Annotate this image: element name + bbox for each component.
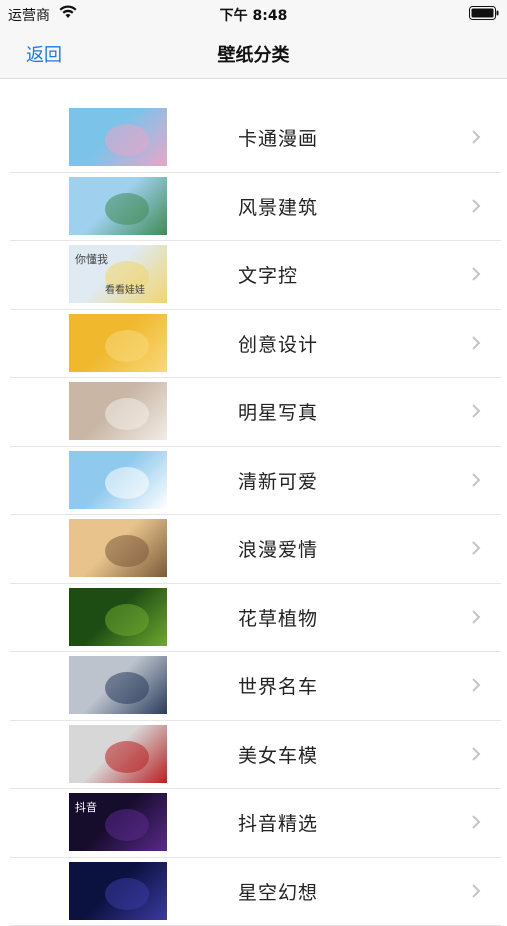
category-row[interactable]: 抖音抖音精选 (0, 789, 507, 858)
category-label: 花草植物 (238, 604, 318, 631)
chevron-right-icon (470, 129, 482, 145)
chevron-right-icon (470, 266, 482, 282)
category-label: 星空幻想 (238, 878, 318, 905)
category-row[interactable]: 明星写真 (0, 378, 507, 447)
category-label: 创意设计 (238, 330, 318, 357)
category-row[interactable]: 星空幻想 (0, 858, 507, 926)
category-row[interactable]: 卡通漫画 (0, 104, 507, 173)
category-row[interactable]: 创意设计 (0, 310, 507, 379)
portrait-thumbnail (69, 382, 167, 440)
cute-bunny-thumbnail (69, 451, 167, 509)
category-label: 风景建筑 (238, 193, 318, 220)
chevron-right-icon (470, 814, 482, 830)
chevron-right-icon (470, 335, 482, 351)
car-model-thumbnail (69, 725, 167, 783)
category-row[interactable]: 你懂我看看娃娃 文字控 (0, 241, 507, 310)
chevron-right-icon (470, 472, 482, 488)
text-cartoon-thumbnail: 你懂我看看娃娃 (69, 245, 167, 303)
category-label: 卡通漫画 (238, 124, 318, 151)
clock: 下午 8:48 (0, 5, 507, 25)
tiktok-thumbnail: 抖音 (69, 793, 167, 851)
category-label: 世界名车 (238, 672, 318, 699)
battery-icon (469, 6, 499, 20)
couple-field-thumbnail (69, 519, 167, 577)
category-row[interactable]: 清新可爱 (0, 447, 507, 516)
thumbnail-caption: 抖音 (75, 799, 97, 815)
thumbnail-caption: 看看娃娃 (105, 281, 145, 296)
chevron-right-icon (470, 677, 482, 693)
chevron-right-icon (470, 883, 482, 899)
landscape-pagoda-thumbnail (69, 177, 167, 235)
chevron-right-icon (470, 198, 482, 214)
category-label: 抖音精选 (238, 809, 318, 836)
lemon-faces-thumbnail (69, 314, 167, 372)
category-label: 明星写真 (238, 398, 318, 425)
sports-car-thumbnail (69, 656, 167, 714)
category-row[interactable]: 浪漫爱情 (0, 515, 507, 584)
chevron-right-icon (470, 609, 482, 625)
page-title: 壁纸分类 (0, 41, 507, 67)
category-row[interactable]: 风景建筑 (0, 173, 507, 242)
thumbnail-caption: 你懂我 (75, 251, 108, 267)
navigation-bar: 返回 壁纸分类 (0, 28, 507, 79)
category-list: 卡通漫画风景建筑你懂我看看娃娃 文字控创意设计明星写真清新可爱浪漫爱情花草植物世界… (0, 104, 507, 926)
category-label: 清新可爱 (238, 467, 318, 494)
chevron-right-icon (470, 403, 482, 419)
category-row[interactable]: 花草植物 (0, 584, 507, 653)
galaxy-thumbnail (69, 862, 167, 920)
category-label: 浪漫爱情 (238, 535, 318, 562)
category-row[interactable]: 美女车模 (0, 721, 507, 790)
category-label: 文字控 (238, 261, 298, 288)
category-label: 美女车模 (238, 741, 318, 768)
anime-girl-thumbnail (69, 108, 167, 166)
status-bar: 运营商 下午 8:48 (0, 0, 507, 28)
chevron-right-icon (470, 746, 482, 762)
category-row[interactable]: 世界名车 (0, 652, 507, 721)
daisy-thumbnail (69, 588, 167, 646)
chevron-right-icon (470, 540, 482, 556)
